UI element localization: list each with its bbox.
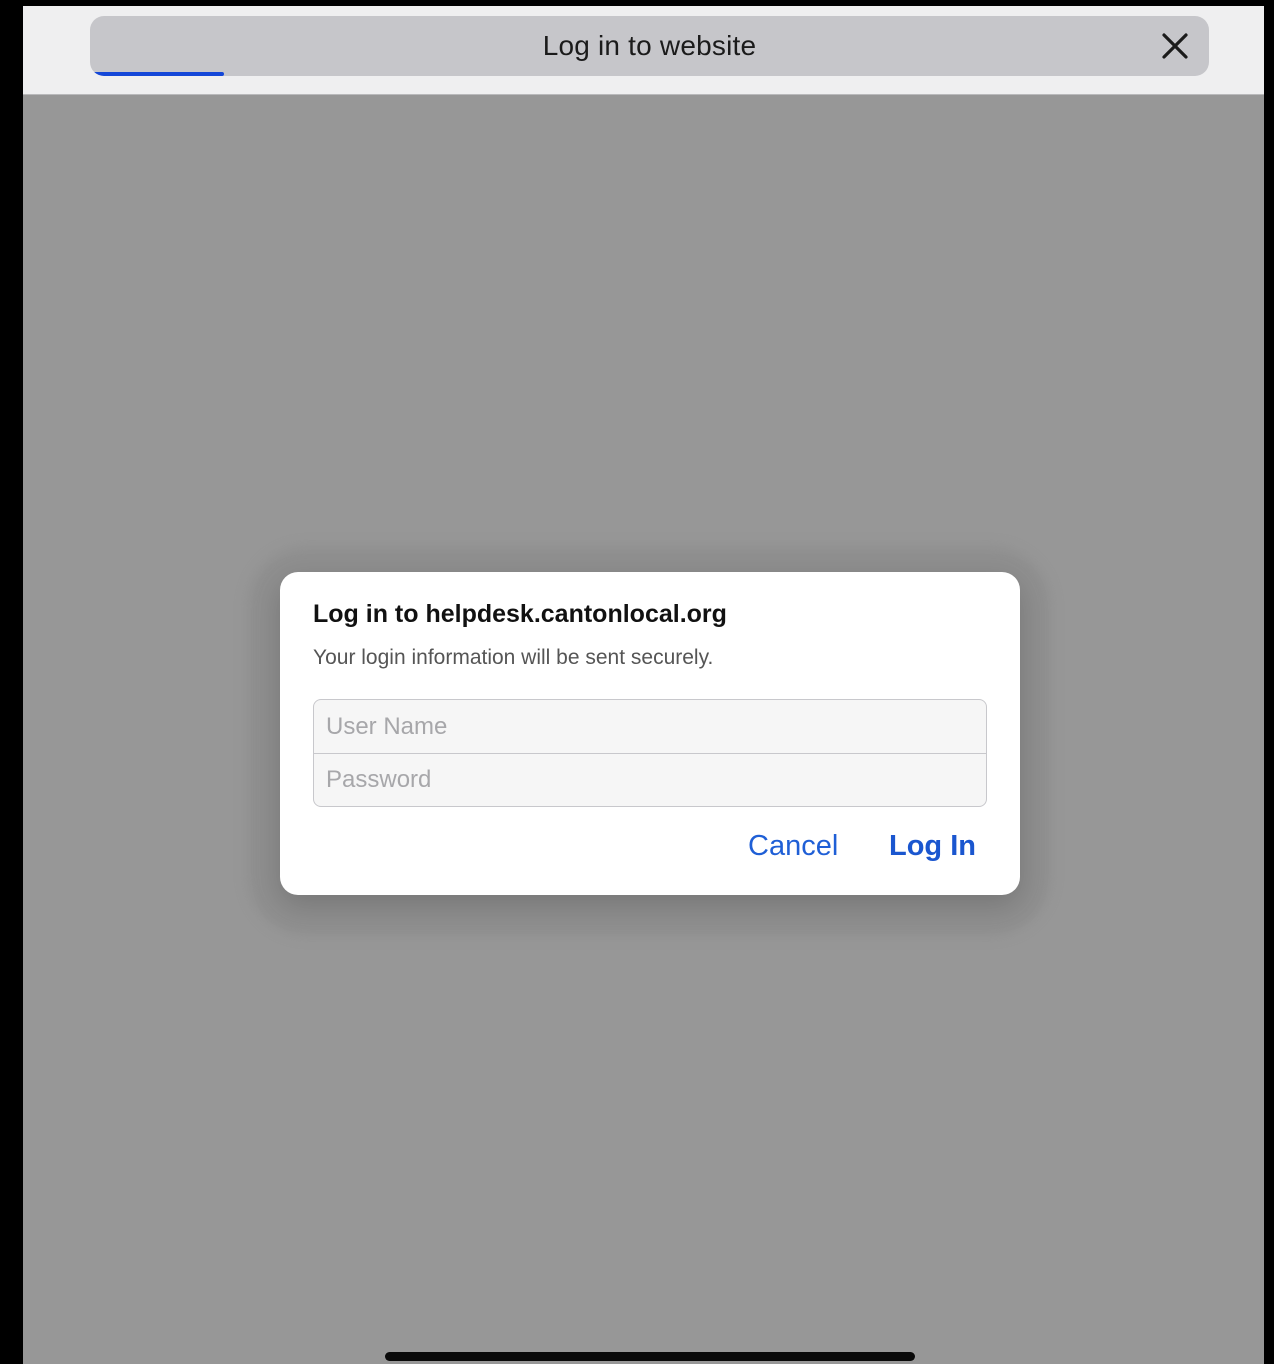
close-icon [1162, 33, 1188, 59]
log-in-button[interactable]: Log In [889, 830, 976, 863]
progress-fill [90, 72, 225, 76]
page-load-progress [90, 72, 1209, 76]
credential-fields [313, 699, 987, 807]
dialog-title: Log in to helpdesk.cantonlocal.org [313, 600, 727, 628]
close-button[interactable] [1155, 26, 1195, 66]
screen: Log in to website Log in to helpdesk.can… [23, 6, 1264, 1364]
title-pill: Log in to website [90, 16, 1209, 76]
page-title: Log in to website [542, 30, 757, 61]
dialog-subtitle: Your login information will be sent secu… [313, 646, 714, 669]
cancel-button[interactable]: Cancel [748, 830, 838, 863]
password-input[interactable] [314, 753, 986, 806]
username-input[interactable] [314, 700, 986, 753]
top-bar: Log in to website [23, 6, 1264, 95]
login-dialog: Log in to helpdesk.cantonlocal.org Your … [280, 572, 1020, 895]
home-indicator [385, 1352, 915, 1361]
